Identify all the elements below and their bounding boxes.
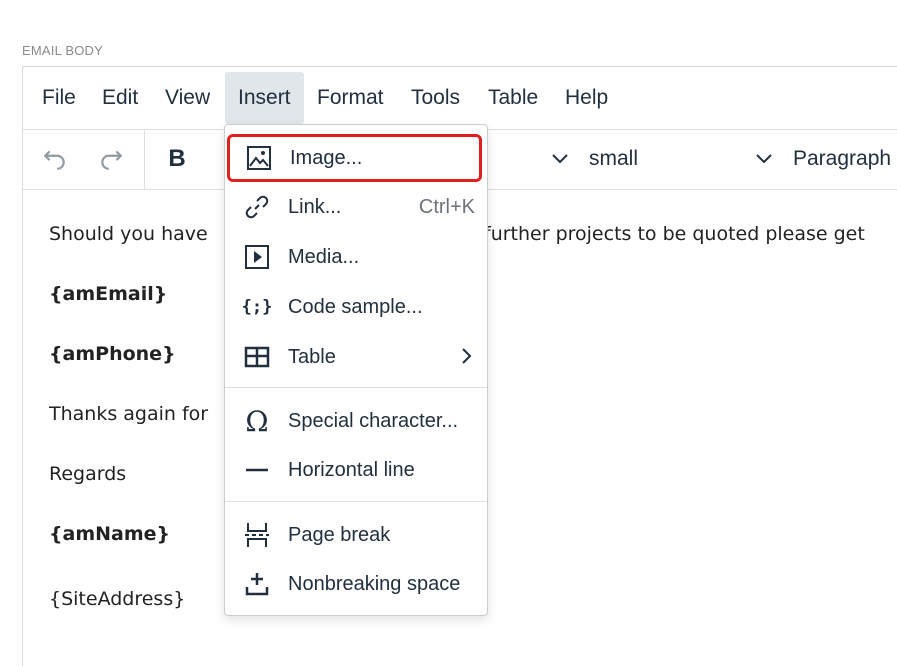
insert-menu-item-media[interactable]: Media... xyxy=(225,233,487,281)
editor-menubar: File Edit View Insert Format Tools Table… xyxy=(23,67,897,130)
insert-menu-item-code-sample[interactable]: {;} Code sample... xyxy=(225,283,487,331)
bold-button[interactable]: B xyxy=(157,129,197,189)
menu-tools[interactable]: Tools xyxy=(398,72,473,124)
page-break-icon xyxy=(241,519,273,551)
menu-divider xyxy=(225,501,487,502)
menu-table[interactable]: Table xyxy=(475,72,551,124)
menu-format[interactable]: Format xyxy=(304,72,397,124)
insert-menu-label: Image... xyxy=(290,146,363,169)
insert-menu-label: Page break xyxy=(288,523,391,546)
insert-menu-label: Horizontal line xyxy=(288,458,415,481)
insert-menu-item-image[interactable]: Image... xyxy=(227,134,482,182)
chevron-down-icon xyxy=(551,153,569,165)
content-paragraph: Regards xyxy=(49,463,127,485)
insert-menu-item-special-character[interactable]: Ω Special character... xyxy=(225,397,487,445)
insert-menu-label: Media... xyxy=(288,245,360,268)
insert-menu-label: Code sample... xyxy=(288,295,423,318)
menu-divider xyxy=(225,387,487,388)
redo-icon xyxy=(98,146,124,172)
content-paragraph: {amPhone} xyxy=(49,343,176,365)
insert-menu-item-horizontal-line[interactable]: Horizontal line xyxy=(225,446,487,494)
chevron-down-icon xyxy=(755,153,773,165)
content-paragraph: {SiteAddress} xyxy=(49,588,186,610)
font-size-select[interactable]: small xyxy=(551,129,638,189)
content-paragraph: {amName} xyxy=(49,523,171,545)
nonbreaking-space-icon xyxy=(241,568,273,600)
insert-menu-item-nonbreaking-space[interactable]: Nonbreaking space xyxy=(225,560,487,608)
email-body-label: EMAIL BODY xyxy=(22,43,103,58)
insert-menu-label: Table xyxy=(288,345,336,368)
font-size-value: small xyxy=(589,147,639,170)
link-icon xyxy=(241,191,273,223)
menu-file[interactable]: File xyxy=(29,72,89,124)
insert-menu-label: Link... xyxy=(288,195,342,218)
insert-menu-label: Nonbreaking space xyxy=(288,572,461,595)
content-paragraph-tail: further projects to be quoted please get xyxy=(484,223,865,245)
image-icon xyxy=(243,142,275,174)
insert-menu-item-link[interactable]: Link... Ctrl+K xyxy=(225,183,487,231)
code-sample-icon: {;} xyxy=(241,297,273,317)
undo-button[interactable] xyxy=(33,129,77,189)
content-paragraph: Thanks again for xyxy=(49,403,209,425)
menu-edit[interactable]: Edit xyxy=(89,72,151,124)
menu-help[interactable]: Help xyxy=(552,72,621,124)
undo-icon xyxy=(42,146,68,172)
block-format-value: Paragraph xyxy=(793,147,892,170)
content-paragraph: Should you have xyxy=(49,223,208,245)
table-icon xyxy=(241,341,273,373)
insert-menu-item-table[interactable]: Table xyxy=(225,333,487,381)
toolbar-separator xyxy=(144,129,145,189)
menu-view[interactable]: View xyxy=(152,72,223,124)
menu-insert[interactable]: Insert xyxy=(225,72,304,124)
content-paragraph: {amEmail} xyxy=(49,283,168,305)
omega-icon: Ω xyxy=(245,404,269,438)
insert-menu-dropdown: Image... Link... Ctrl+K Media... {;} Cod… xyxy=(224,124,488,616)
chevron-right-icon xyxy=(461,347,473,365)
redo-button[interactable] xyxy=(89,129,133,189)
horizontal-line-icon xyxy=(241,454,273,486)
insert-menu-item-page-break[interactable]: Page break xyxy=(225,511,487,559)
block-format-select[interactable]: Paragraph xyxy=(755,129,891,189)
media-icon xyxy=(241,241,273,273)
insert-menu-label: Special character... xyxy=(288,409,459,432)
shortcut-label: Ctrl+K xyxy=(418,195,475,218)
